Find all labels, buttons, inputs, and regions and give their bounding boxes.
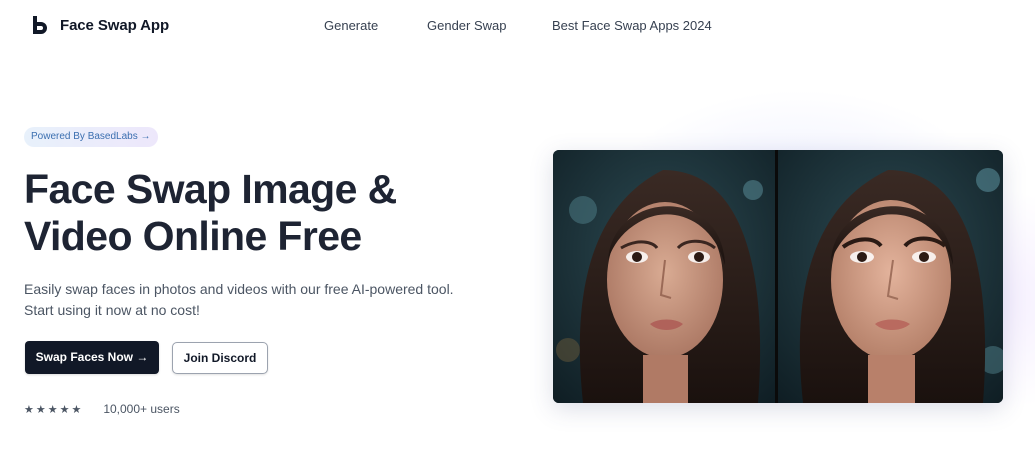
headline-line-2: Video Online Free bbox=[24, 213, 362, 259]
top-nav: Face Swap App Generate Gender Swap Best … bbox=[0, 0, 1035, 52]
hero-description-line-1: Easily swap faces in photos and videos w… bbox=[24, 281, 454, 297]
brand-link[interactable]: Face Swap App bbox=[31, 15, 169, 35]
hero-description-line-2: Start using it now at no cost! bbox=[24, 302, 200, 318]
powered-by-badge[interactable]: Powered By BasedLabs → bbox=[24, 127, 158, 147]
comparison-divider bbox=[775, 150, 778, 403]
face-comparison-image bbox=[553, 150, 1003, 403]
original-face-panel bbox=[553, 150, 776, 403]
page-title: Face Swap Image & Video Online Free bbox=[24, 166, 444, 260]
swapped-face-panel bbox=[778, 150, 1003, 403]
nav-item-best-face-swap-apps[interactable]: Best Face Swap Apps 2024 bbox=[552, 18, 712, 33]
nav-item-generate[interactable]: Generate bbox=[324, 18, 378, 33]
user-rating: ★★★★★ 10,000+ users bbox=[24, 402, 180, 416]
face-comparison-illustration bbox=[553, 150, 1003, 403]
users-count: 10,000+ users bbox=[103, 402, 180, 416]
headline-line-1: Face Swap Image & bbox=[24, 166, 397, 212]
star-rating-icon: ★★★★★ bbox=[24, 403, 84, 416]
basedlabs-logo-icon bbox=[33, 16, 47, 34]
page: Face Swap App Generate Gender Swap Best … bbox=[0, 0, 1035, 462]
join-discord-button[interactable]: Join Discord bbox=[172, 342, 268, 374]
nav-item-gender-swap[interactable]: Gender Swap bbox=[427, 18, 507, 33]
swap-faces-now-button[interactable]: Swap Faces Now → bbox=[25, 341, 159, 374]
brand-name: Face Swap App bbox=[60, 16, 170, 34]
hero-description: Easily swap faces in photos and videos w… bbox=[24, 279, 494, 321]
